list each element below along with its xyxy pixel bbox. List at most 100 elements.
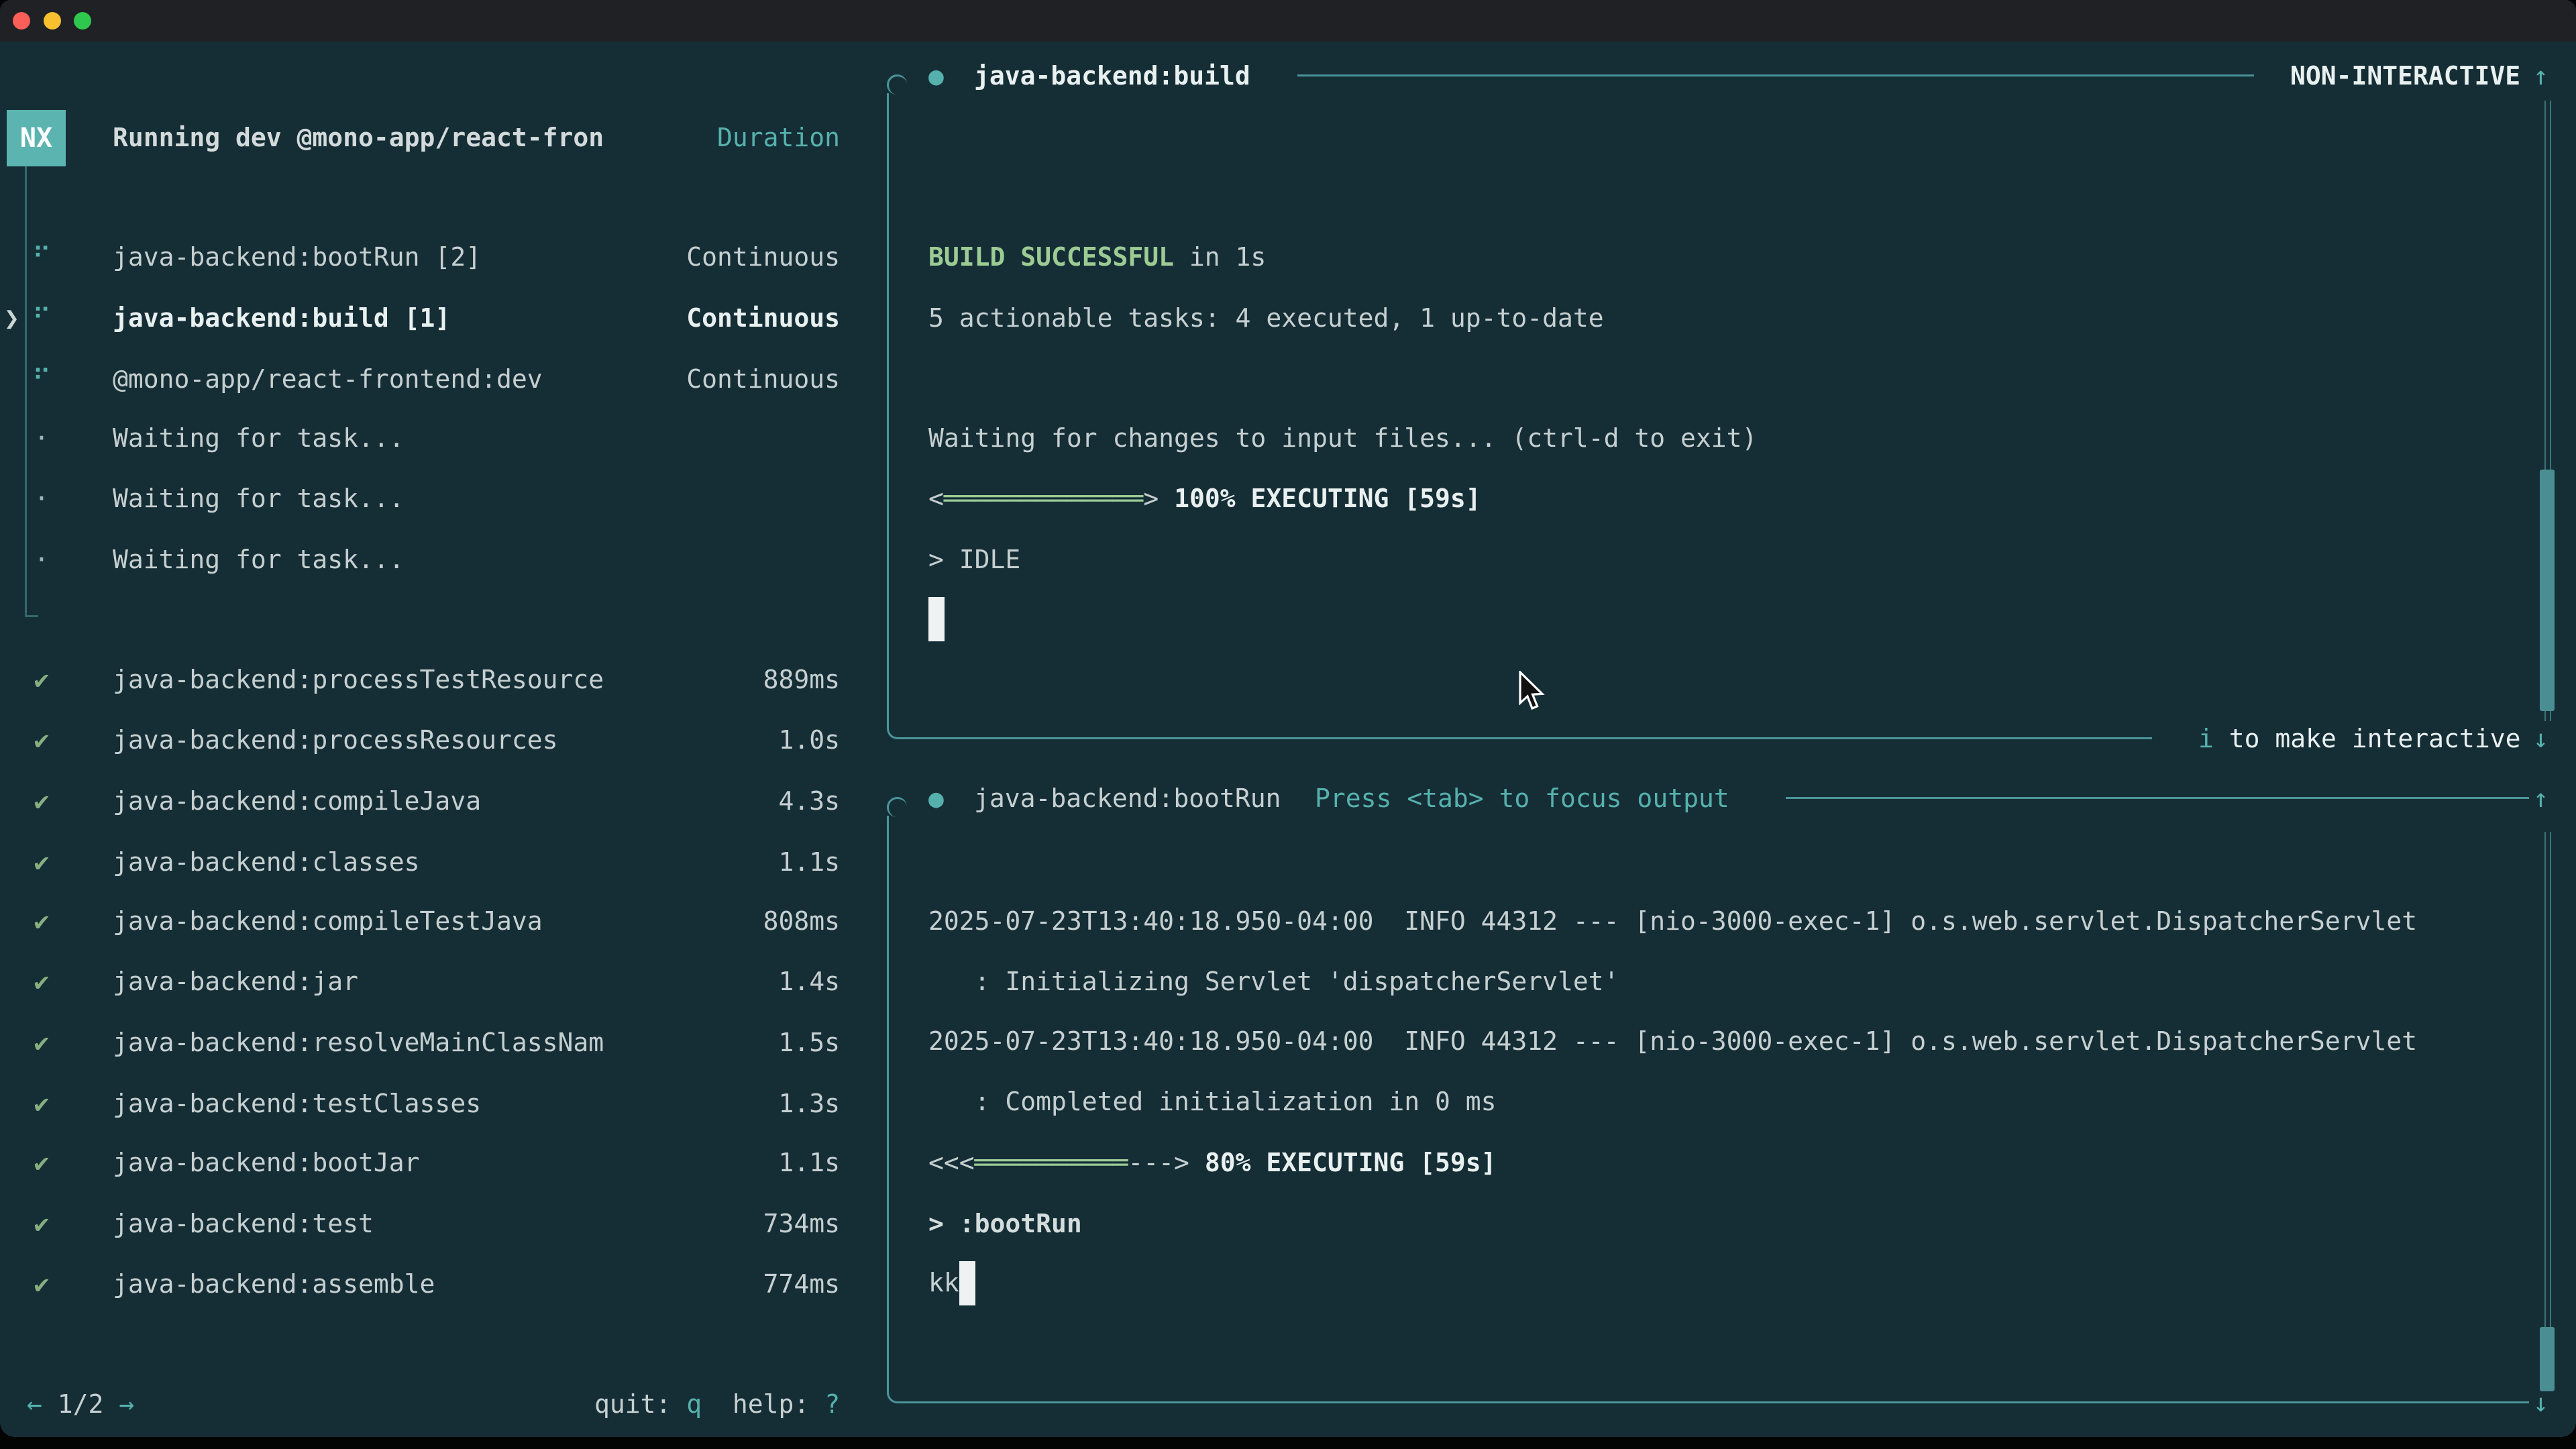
task-row[interactable]: ✔ java-backend:bootJar 1.1s [0,1132,840,1193]
task-label: java-backend:build [1] [113,288,450,349]
build-panel-border-top [1297,74,2254,76]
task-row[interactable]: ✔ java-backend:test 734ms [0,1193,840,1254]
bootrun-prompt-line: > :bootRun [928,1193,1082,1254]
interactive-hint: i to make interactive [2198,723,2520,754]
check-icon: ✔ [27,1132,56,1193]
build-panel-border-bottom [906,737,2152,739]
check-icon: ✔ [27,832,56,893]
check-icon: ✔ [27,1073,56,1134]
task-duration: 774ms [763,1254,840,1315]
spinner-icon: ⠋ [27,227,56,288]
bootrun-panel-border-top [1786,797,2529,799]
terminal-cursor [928,597,945,641]
task-duration: 1.5s [778,1012,840,1073]
progress-bar: ══════════ [975,1148,1128,1177]
task-row[interactable]: ✔ java-backend:resolveMainClassNam 1.5s [0,1012,840,1073]
task-label: @mono-app/react-frontend:dev [113,349,543,410]
scrollbar-thumb[interactable] [2540,470,2555,711]
check-icon: ✔ [27,951,56,1012]
task-status: Continuous [686,288,840,349]
task-row[interactable]: ✔ java-backend:compileJava 4.3s [0,771,840,832]
build-panel-border-left [887,93,889,719]
task-duration: 889ms [763,649,840,710]
task-label: java-backend:compileTestJava [113,891,543,952]
check-icon: ✔ [27,710,56,771]
check-icon: ✔ [27,1193,56,1254]
check-icon: ✔ [27,891,56,952]
task-row[interactable]: ⠋ @mono-app/react-frontend:dev Continuou… [0,349,840,410]
quit-key: q [686,1389,702,1419]
task-label: java-backend:bootJar [113,1132,420,1193]
build-successful-text: BUILD SUCCESSFUL [928,242,1174,272]
task-row[interactable]: · Waiting for task... [0,408,840,469]
progress-close: > [1143,484,1159,513]
build-panel-border-corner [887,719,907,739]
task-label: Waiting for task... [113,468,405,529]
interactive-hint-text: to make interactive [2214,724,2521,753]
task-label: Waiting for task... [113,408,405,469]
task-status: Continuous [686,349,840,410]
task-row[interactable]: ✔ java-backend:processResources 1.0s [0,710,840,771]
task-row-selected[interactable]: ⠋ java-backend:build [1] Continuous [0,288,840,349]
task-duration: 1.4s [778,951,840,1012]
log-line: : Initializing Servlet 'dispatcherServle… [928,951,1619,1012]
zoom-button[interactable] [74,12,91,30]
task-label: java-backend:classes [113,832,420,893]
scroll-down-icon[interactable]: ↓ [2533,1387,2548,1418]
build-tasks-summary: 5 actionable tasks: 4 executed, 1 up-to-… [928,288,1604,349]
scroll-up-icon[interactable]: ↑ [2533,783,2548,814]
build-panel-mode-badge: NON-INTERACTIVE [2290,60,2520,91]
scrollbar-track[interactable] [2544,832,2546,1327]
task-label: java-backend:testClasses [113,1073,481,1134]
scrollbar-thumb[interactable] [2540,1327,2555,1391]
build-panel-title[interactable]: java-backend:build [974,60,1250,91]
quit-label: quit: [594,1389,686,1419]
task-label: java-backend:processResources [113,710,557,771]
task-label: java-backend:test [113,1193,374,1254]
bootrun-panel-border-left [887,816,889,1383]
prev-page-arrow[interactable]: ← [27,1389,42,1419]
log-line: 2025-07-23T13:40:18.950-04:00 INFO 44312… [928,891,2417,952]
bootrun-panel-border-bottom [906,1401,2529,1403]
task-row[interactable]: · Waiting for task... [0,529,840,590]
help-key: ? [824,1389,840,1419]
progress-label: 80% EXECUTING [59s] [1189,1148,1497,1177]
task-label: java-backend:processTestResource [113,649,604,710]
build-time-text: in 1s [1174,242,1266,272]
scroll-down-icon[interactable]: ↓ [2533,723,2548,754]
scrollbar-track[interactable] [2550,832,2551,1327]
task-duration: 4.3s [778,771,840,832]
task-duration: 1.0s [778,710,840,771]
build-result-line: BUILD SUCCESSFUL in 1s [928,227,1266,288]
task-duration: 808ms [763,891,840,952]
close-button[interactable] [13,12,30,30]
build-idle-line: > IDLE [928,529,1020,590]
task-row[interactable]: ✔ java-backend:testClasses 1.3s [0,1073,840,1134]
bootrun-panel-border-corner [887,797,907,817]
task-label: java-backend:compileJava [113,771,481,832]
task-label: java-backend:jar [113,951,358,1012]
task-row[interactable]: ✔ java-backend:classes 1.1s [0,832,840,893]
bootrun-input-text[interactable]: kk [928,1252,959,1313]
scroll-up-icon[interactable]: ↑ [2533,60,2548,91]
bootrun-panel-title[interactable]: java-backend:bootRun [974,783,1281,814]
task-row[interactable]: ⠋ java-backend:bootRun [2] Continuous [0,227,840,288]
build-progress-line: <═════════════> 100% EXECUTING [59s] [928,468,1481,529]
minimize-button[interactable] [44,12,61,30]
bootrun-progress-line: <<<══════════---> 80% EXECUTING [59s] [928,1132,1497,1193]
help-label: help: [702,1389,824,1419]
task-row[interactable]: ✔ java-backend:processTestResource 889ms [0,649,840,710]
keyboard-hints: quit: q help: ? [594,1374,840,1435]
task-row[interactable]: · Waiting for task... [0,468,840,529]
task-row[interactable]: ✔ java-backend:assemble 774ms [0,1254,840,1315]
spinner-icon: ⠋ [27,349,56,410]
waiting-dot-icon: · [27,468,56,529]
waiting-dot-icon: · [27,408,56,469]
task-row[interactable]: ✔ java-backend:jar 1.4s [0,951,840,1012]
task-row[interactable]: ✔ java-backend:compileTestJava 808ms [0,891,840,952]
bootrun-panel-border-corner [887,1383,907,1403]
task-label: java-backend:resolveMainClassNam [113,1012,604,1073]
progress-open: <<< [928,1148,975,1177]
build-panel-bullet-icon: ● [928,60,944,91]
next-page-arrow[interactable]: → [119,1389,134,1419]
